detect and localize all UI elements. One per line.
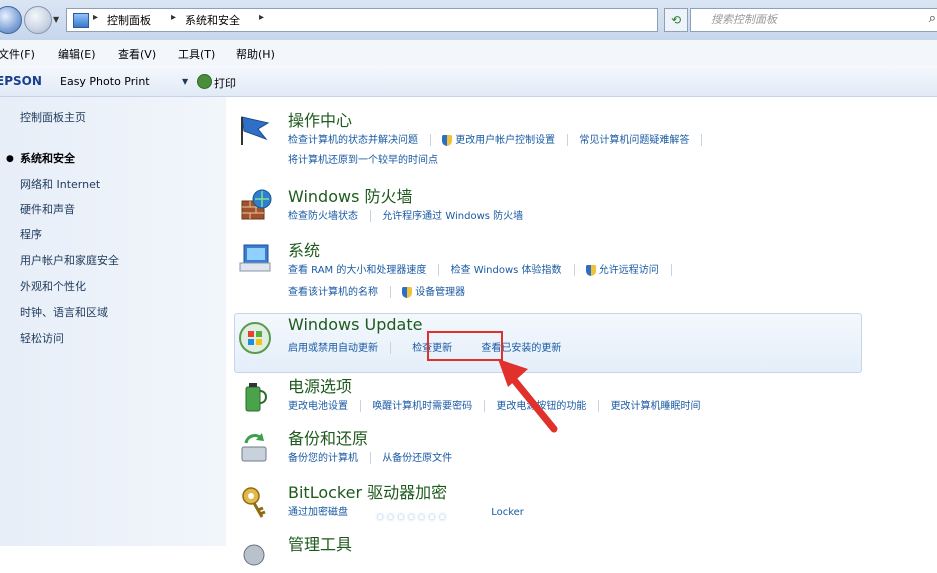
chevron-down-icon[interactable]: ▼ [182, 77, 188, 86]
windows-update-icon [239, 322, 271, 354]
link-ram-speed[interactable]: 查看 RAM 的大小和处理器速度 [288, 265, 426, 276]
breadcrumb-system-security[interactable]: 系统和安全 [185, 12, 240, 28]
sidebar-item-user-accounts[interactable]: 用户帐户和家庭安全 [20, 252, 119, 268]
link-wake-password[interactable]: 唤醒计算机时需要密码 [372, 401, 472, 412]
breadcrumb-chevron-icon[interactable]: ▸ [171, 12, 176, 23]
menu-bar: 文件(F) 编辑(E) 查看(V) 工具(T) 帮助(H) [0, 40, 937, 66]
sidebar-item-network[interactable]: 网络和 Internet [20, 176, 100, 192]
sidebar-item-appearance[interactable]: 外观和个性化 [20, 278, 86, 294]
toolbar: EPSON Easy Photo Print ▼ 打印 [0, 66, 937, 97]
link-bitlocker-manage[interactable]: Locker [491, 507, 524, 518]
link-encrypt-disk[interactable]: 通过加密磁盘 [288, 507, 348, 518]
menu-edit[interactable]: 编辑(E) [58, 46, 96, 62]
epson-logo: EPSON [0, 74, 42, 88]
sidebar-item-clock-region[interactable]: 时钟、语言和区域 [20, 304, 108, 320]
menu-help[interactable]: 帮助(H) [236, 46, 275, 62]
sidebar-item-hardware[interactable]: 硬件和声音 [20, 201, 75, 217]
category-title[interactable]: Windows Update [288, 315, 422, 334]
menu-tools[interactable]: 工具(T) [178, 46, 215, 62]
bitlocker-key-icon [242, 487, 266, 518]
uac-shield-icon [402, 286, 413, 298]
battery-icon [245, 383, 267, 412]
easy-photo-print-button[interactable]: Easy Photo Print [60, 75, 150, 88]
uac-shield-icon [585, 264, 596, 276]
sidebar-item-ease-of-access[interactable]: 轻松访问 [20, 330, 64, 346]
main-content: 操作中心 检查计算机的状态并解决问题 更改用户帐户控制设置 常见计算机问题疑难解… [226, 97, 937, 566]
link-remote-access[interactable]: 允许远程访问 [599, 265, 659, 276]
breadcrumb-chevron-icon[interactable]: ▸ [259, 12, 264, 23]
firewall-icon [241, 189, 272, 220]
link-check-status[interactable]: 检查计算机的状态并解决问题 [288, 135, 418, 146]
flag-icon [241, 116, 270, 145]
link-auto-update[interactable]: 启用或禁用自动更新 [288, 343, 378, 354]
breadcrumb[interactable]: ▸ 控制面板 ▸ 系统和安全 ▸ ▼ [66, 8, 700, 32]
print-icon[interactable] [197, 74, 212, 89]
link-computer-name[interactable]: 查看该计算机的名称 [288, 287, 378, 298]
link-device-manager[interactable]: 设备管理器 [415, 287, 465, 298]
link-experience-index[interactable]: 检查 Windows 体验指数 [451, 265, 562, 276]
link-troubleshoot[interactable]: 常见计算机问题疑难解答 [579, 135, 689, 146]
category-title[interactable]: 系统 [288, 237, 320, 261]
category-title[interactable]: 电源选项 [288, 373, 352, 397]
current-page-bullet-icon: ● [6, 154, 14, 164]
recent-pages-chevron-icon[interactable]: ▼ [53, 15, 59, 24]
link-allow-program[interactable]: 允许程序通过 Windows 防火墙 [382, 211, 523, 222]
red-arrow-icon [498, 359, 558, 433]
link-restore[interactable]: 将计算机还原到一个较早的时间点 [288, 155, 438, 166]
sidebar-item-current: 系统和安全 [20, 152, 75, 165]
menu-view[interactable]: 查看(V) [118, 46, 156, 62]
category-title[interactable]: 备份和还原 [288, 425, 368, 449]
computer-icon [239, 244, 271, 272]
refresh-icon[interactable]: ⟲ [664, 8, 688, 32]
link-uac-settings[interactable]: 更改用户帐户控制设置 [455, 135, 555, 146]
search-icon[interactable]: ⌕ [929, 11, 936, 26]
link-firewall-status[interactable]: 检查防火墙状态 [288, 211, 358, 222]
sidebar-item-home[interactable]: 控制面板主页 [20, 109, 86, 125]
backup-icon [241, 433, 267, 462]
category-title[interactable]: 管理工具 [288, 531, 352, 555]
forward-button[interactable] [24, 6, 52, 34]
back-button[interactable] [0, 6, 22, 34]
sidebar-item-programs[interactable]: 程序 [20, 226, 42, 242]
menu-file[interactable]: 文件(F) [0, 46, 35, 62]
admin-tools-icon [243, 544, 265, 566]
category-title[interactable]: 操作中心 [288, 107, 352, 131]
link-backup-computer[interactable]: 备份您的计算机 [288, 453, 358, 464]
print-button[interactable]: 打印 [214, 75, 236, 91]
control-panel-icon [73, 13, 89, 28]
uac-shield-icon [442, 134, 453, 146]
search-box[interactable]: ⌕ [690, 8, 937, 32]
link-restore-files[interactable]: 从备份还原文件 [382, 453, 452, 464]
sidebar: 控制面板主页 ● 系统和安全 网络和 Internet 硬件和声音 程序 用户帐… [0, 97, 226, 546]
breadcrumb-control-panel[interactable]: 控制面板 [107, 12, 151, 28]
breadcrumb-chevron-icon[interactable]: ▸ [93, 12, 98, 23]
search-input[interactable] [691, 9, 937, 29]
link-battery-settings[interactable]: 更改电池设置 [288, 401, 348, 412]
watermark: ....... [376, 500, 449, 525]
check-updates-highlight [427, 331, 503, 361]
address-bar: ▼ ▸ 控制面板 ▸ 系统和安全 ▸ ▼ ⟲ ⌕ [0, 0, 937, 41]
link-sleep-time[interactable]: 更改计算机睡眠时间 [611, 401, 701, 412]
category-title[interactable]: Windows 防火墙 [288, 183, 413, 207]
